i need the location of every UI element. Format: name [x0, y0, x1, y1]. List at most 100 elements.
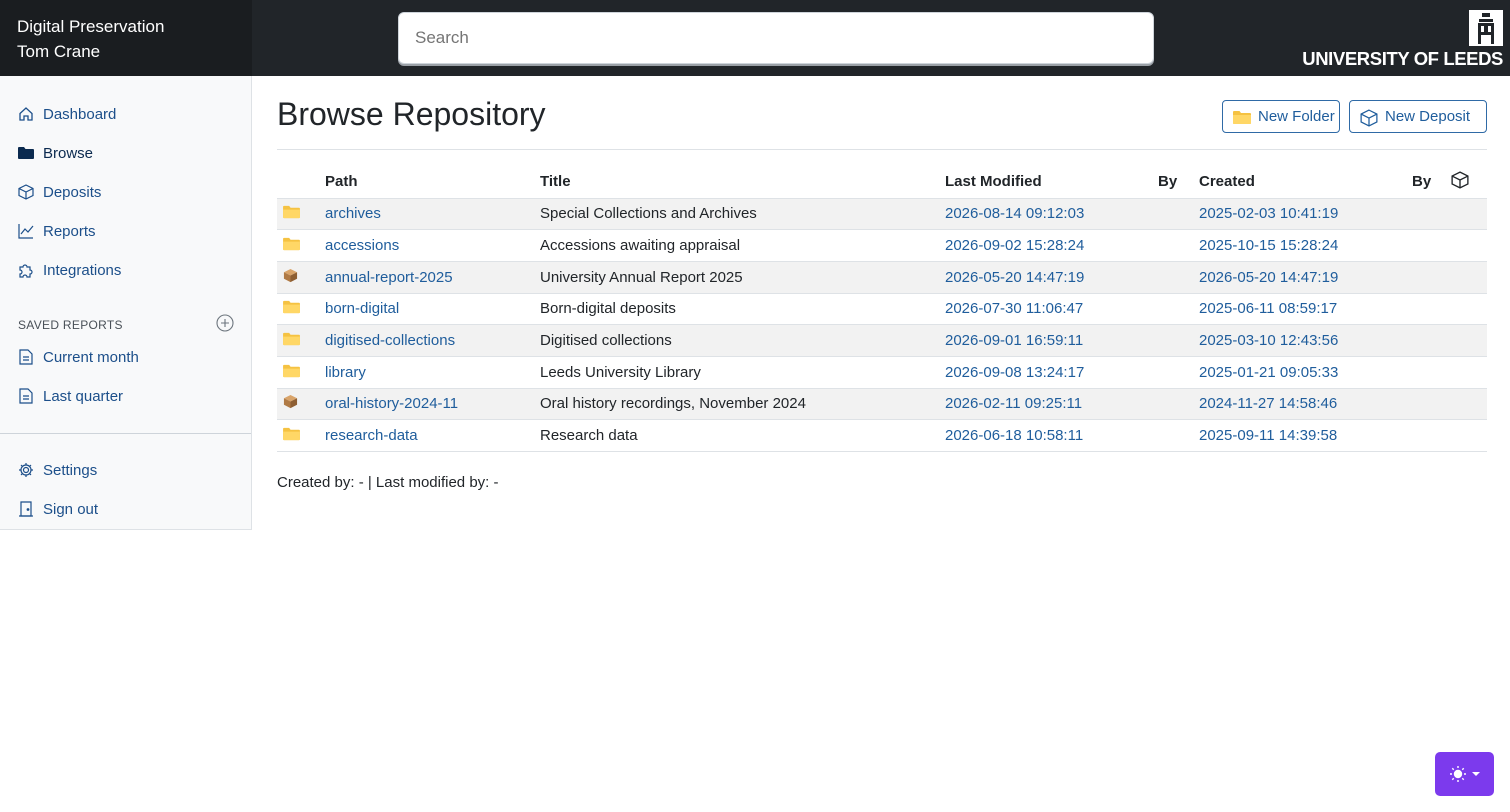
sidebar-item-label: Current month — [43, 348, 139, 366]
row-archival-group-cell — [1451, 197, 1487, 230]
row-created: 2025-06-11 08:59:17 — [1199, 292, 1412, 325]
sidebar-item-reports[interactable]: Reports — [17, 219, 96, 243]
table-row[interactable]: archives Special Collections and Archives… — [277, 197, 1487, 230]
row-path-link[interactable]: born-digital — [325, 292, 540, 325]
folder-icon — [17, 144, 35, 162]
row-last-modified: 2026-02-11 09:25:11 — [945, 387, 1158, 420]
box-icon — [1451, 171, 1469, 189]
archival-group-column-header — [1451, 166, 1487, 198]
app-name: Digital Preservation — [17, 17, 165, 36]
folder-icon — [1233, 109, 1251, 125]
row-title: Oral history recordings, November 2024 — [540, 387, 945, 420]
folder-icon — [283, 364, 300, 382]
row-modified-by — [1158, 229, 1199, 262]
row-last-modified: 2026-08-14 09:12:03 — [945, 197, 1158, 230]
university-name: UNIVERSITY OF LEEDS — [1302, 48, 1503, 69]
row-created-by — [1412, 260, 1451, 294]
row-archival-group-cell — [1451, 419, 1487, 452]
folder-icon — [283, 332, 300, 350]
row-path-link[interactable]: library — [325, 355, 540, 389]
theme-toggle-button[interactable] — [1435, 752, 1494, 796]
table-row[interactable]: research-data Research data 2026-06-18 10:… — [277, 419, 1487, 452]
row-last-modified: 2026-05-20 14:47:19 — [945, 260, 1158, 294]
home-icon — [17, 105, 35, 123]
table-row[interactable]: annual-report-2025 University Annual Repo… — [277, 260, 1487, 294]
row-modified-by — [1158, 197, 1199, 230]
archival-group-icon — [283, 268, 298, 287]
chart-icon — [17, 222, 35, 240]
row-created: 2025-10-15 15:28:24 — [1199, 229, 1412, 262]
sidebar-item-label: Settings — [43, 461, 98, 479]
repository-table: Path Title Last Modified By Created By a… — [277, 166, 1487, 452]
row-path-link[interactable]: oral-history-2024-11 — [325, 387, 540, 420]
table-row[interactable]: accessions Accessions awaiting appraisal 2… — [277, 229, 1487, 262]
university-logo[interactable]: UNIVERSITY OF LEEDS — [1302, 8, 1503, 70]
caret-down-icon — [1471, 772, 1480, 776]
folder-icon — [283, 206, 300, 223]
created-by-column-header[interactable]: By — [1412, 166, 1451, 198]
row-created: 2025-02-03 10:41:19 — [1199, 197, 1412, 230]
door-icon — [17, 500, 35, 518]
sidebar-item-sign-out[interactable]: Sign out — [17, 497, 98, 521]
sidebar-item-settings[interactable]: Settings — [17, 458, 97, 482]
row-archival-group-cell — [1451, 260, 1487, 294]
sidebar-item-label: Browse — [43, 144, 94, 162]
row-type-cell — [277, 197, 325, 230]
row-path-link[interactable]: accessions — [325, 229, 540, 262]
row-created-by — [1412, 355, 1451, 389]
sidebar: Dashboard Browse Deposits Reports Integr… — [0, 76, 252, 530]
brand[interactable]: Digital Preservation Tom Crane — [0, 0, 252, 76]
new-deposit-button[interactable]: New Deposit — [1349, 100, 1487, 133]
row-path-link[interactable]: annual-report-2025 — [325, 260, 540, 294]
row-title: Special Collections and Archives — [540, 197, 945, 230]
sidebar-item-integrations[interactable]: Integrations — [17, 258, 121, 282]
saved-report-current-month[interactable]: Current month — [17, 345, 139, 369]
gear-icon — [17, 461, 35, 479]
modified-by-column-header[interactable]: By — [1158, 166, 1199, 198]
row-created: 2026-05-20 14:47:19 — [1199, 260, 1412, 294]
row-created-by — [1412, 419, 1451, 452]
folder-icon — [283, 428, 300, 445]
sidebar-item-deposits[interactable]: Deposits — [17, 180, 101, 204]
row-last-modified: 2026-09-01 16:59:11 — [945, 324, 1158, 357]
row-type-cell — [277, 387, 325, 420]
table-row[interactable]: oral-history-2024-11 Oral history recordi… — [277, 387, 1487, 420]
puzzle-icon — [17, 261, 35, 279]
table-row[interactable]: library Leeds University Library 2026-09-0… — [277, 355, 1487, 389]
row-created-by — [1412, 197, 1451, 230]
sidebar-item-label: Integrations — [43, 261, 122, 279]
row-created-by — [1412, 229, 1451, 262]
row-created: 2024-11-27 14:58:46 — [1199, 387, 1412, 420]
row-title: Leeds University Library — [540, 355, 945, 389]
table-row[interactable]: digitised-collections Digitised collectio… — [277, 324, 1487, 357]
sidebar-item-browse[interactable]: Browse — [17, 141, 93, 165]
sidebar-item-dashboard[interactable]: Dashboard — [17, 102, 116, 126]
created-column-header[interactable]: Created — [1199, 166, 1412, 198]
add-report-icon[interactable] — [216, 314, 234, 332]
sidebar-item-label: Last quarter — [43, 387, 124, 405]
archival-group-icon — [283, 395, 298, 413]
row-title: Research data — [540, 419, 945, 452]
sun-icon — [1449, 766, 1466, 782]
saved-report-last-quarter[interactable]: Last quarter — [17, 384, 123, 408]
row-type-cell — [277, 260, 325, 294]
sidebar-divider — [0, 433, 251, 434]
row-path-link[interactable]: digitised-collections — [325, 324, 540, 357]
row-created-by — [1412, 324, 1451, 357]
new-deposit-label: New Deposit — [1385, 108, 1471, 125]
sidebar-item-label: Deposits — [43, 183, 102, 201]
new-folder-label: New Folder — [1258, 108, 1335, 125]
table-row[interactable]: born-digital Born-digital deposits 2026-07… — [277, 292, 1487, 325]
last-modified-column-header[interactable]: Last Modified — [945, 166, 1158, 198]
path-column-header[interactable]: Path — [325, 166, 540, 198]
row-path-link[interactable]: research-data — [325, 419, 540, 452]
row-created-by — [1412, 292, 1451, 325]
title-column-header[interactable]: Title — [540, 166, 945, 198]
search-input[interactable] — [398, 12, 1154, 64]
new-folder-button[interactable]: New Folder — [1222, 100, 1340, 133]
document-icon — [17, 348, 35, 366]
row-title: Born-digital deposits — [540, 292, 945, 325]
user-name: Tom Crane — [17, 42, 101, 61]
row-path-link[interactable]: archives — [325, 197, 540, 230]
folder-icon — [283, 237, 300, 255]
